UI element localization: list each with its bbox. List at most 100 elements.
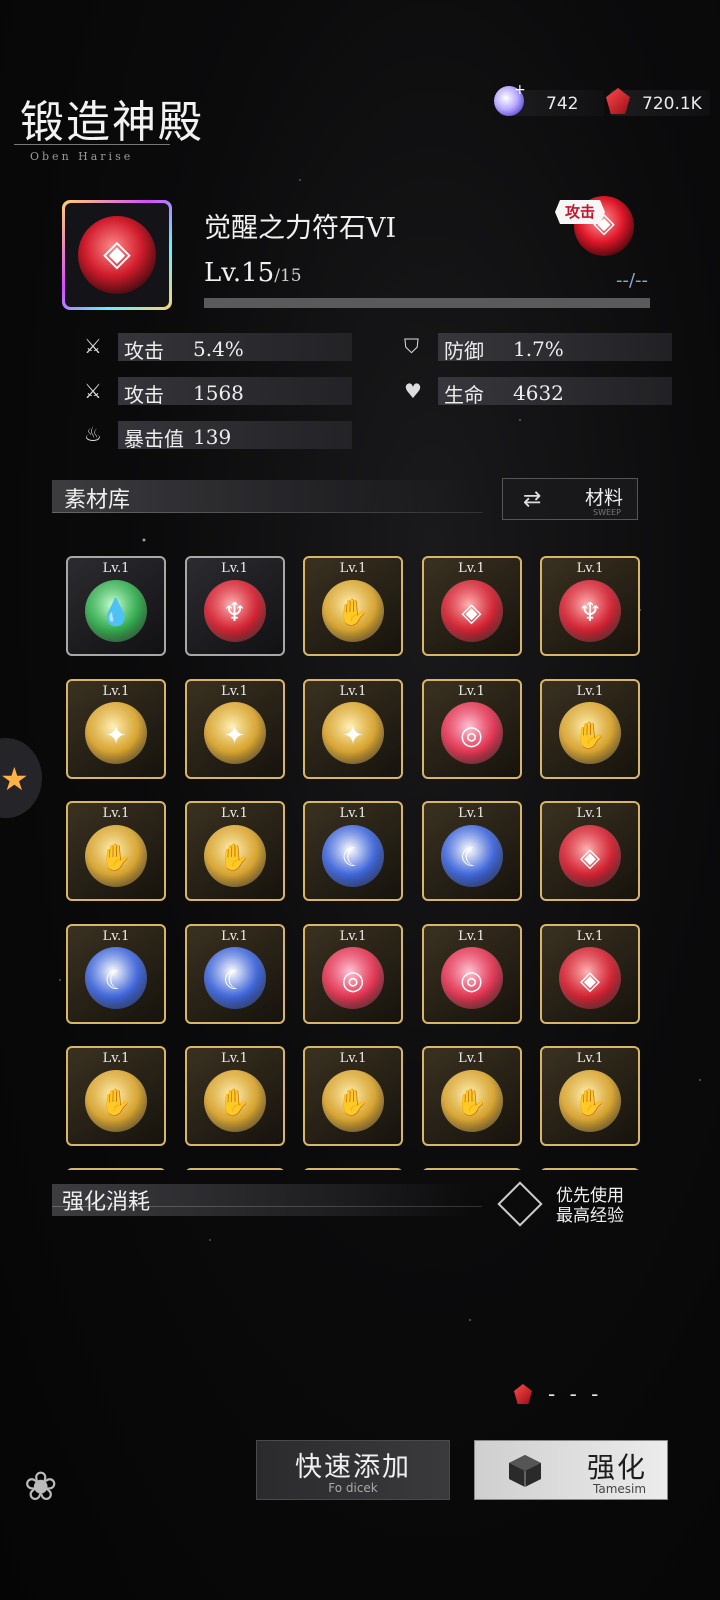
material-tile[interactable]: ◎ Lv.1 <box>421 923 522 1024</box>
enhance-sub: Tamesim <box>593 1482 647 1496</box>
material-tile[interactable]: ✦ Lv.1 <box>184 678 285 779</box>
stat-value: 139 <box>193 425 232 449</box>
stat-value: 4632 <box>513 381 564 405</box>
material-grid: 💧 Lv.1 ♆ Lv.1 ✋ Lv.1 ◈ Lv.1 ♆ Lv.1 ✦ Lv.1 ✦ Lv.1 ✦ Lv.1… <box>66 556 646 1170</box>
tile-level: Lv.1 <box>339 1051 367 1066</box>
material-tile-partial[interactable] <box>540 1168 640 1170</box>
enhance-button[interactable]: 强化 Tamesim <box>474 1440 668 1500</box>
floating-menu-button[interactable]: ★ <box>0 738 42 818</box>
stat-label: 生命 <box>444 383 484 407</box>
material-tile[interactable]: ☾ Lv.1 <box>421 801 522 901</box>
enhance-cost: - - - <box>548 1382 603 1406</box>
ruby-count: 720.1K <box>642 94 702 114</box>
tile-level: Lv.1 <box>221 1051 248 1066</box>
title-divider <box>14 144 170 145</box>
gold-claw-icon: ✋ <box>573 1088 607 1118</box>
material-tile[interactable]: ✋ Lv.1 <box>303 556 403 656</box>
red-diamond-icon: ◈ <box>461 598 482 628</box>
material-tile[interactable]: ◎ Lv.1 <box>303 923 403 1024</box>
material-library-title: 素材库 <box>64 488 131 513</box>
item-portrait[interactable]: ◈ <box>62 200 172 310</box>
red-diamond-icon: ◈ <box>580 965 600 996</box>
material-tile-partial[interactable] <box>184 1168 285 1170</box>
blue-moon-icon: ☾ <box>341 843 365 873</box>
material-filter-button[interactable]: ⇄ 材料 SWEEP <box>502 478 638 520</box>
item-exp-bar <box>204 298 650 308</box>
material-button-label: 材料 <box>585 487 624 509</box>
material-tile[interactable]: ✋ Lv.1 <box>66 801 166 901</box>
gold-claw-icon: ✋ <box>336 598 370 628</box>
star-icon: ★ <box>0 760 29 798</box>
stat-label: 暴击值 <box>124 427 184 451</box>
material-tile[interactable]: ☾ Lv.1 <box>184 923 285 1024</box>
material-tile[interactable]: ◎ Lv.1 <box>421 678 522 779</box>
material-tile[interactable]: ✋ Lv.1 <box>184 801 285 901</box>
material-tile-partial[interactable] <box>303 1168 403 1170</box>
material-tile[interactable]: ✋ Lv.1 <box>66 1046 166 1146</box>
material-tile[interactable]: ♆ Lv.1 <box>540 556 640 656</box>
red-swirl-icon: ◎ <box>460 720 483 751</box>
material-tile[interactable]: ✋ Lv.1 <box>303 1046 403 1146</box>
gold-claw-icon: ✋ <box>99 1088 133 1118</box>
material-tile[interactable]: ✋ Lv.1 <box>540 1046 640 1146</box>
quick-add-label: 快速添加 <box>295 1452 411 1483</box>
add-crystal-icon[interactable]: + <box>514 82 526 98</box>
gold-claw-icon: ✋ <box>336 1088 370 1118</box>
material-tile[interactable]: ✋ Lv.1 <box>184 1046 285 1146</box>
swap-icon: ⇄ <box>523 487 542 512</box>
material-tile-partial[interactable] <box>421 1168 522 1170</box>
stat-label: 攻击 <box>124 383 164 407</box>
tile-level: Lv.1 <box>102 561 130 576</box>
blue-moon-icon: ☾ <box>459 843 484 873</box>
stat-value: 1568 <box>193 381 244 405</box>
crystal-count: 742 <box>546 94 579 114</box>
blue-moon-icon: ☾ <box>104 965 128 996</box>
consume-title: 强化消耗 <box>62 1190 151 1215</box>
tile-level: Lv.1 <box>339 683 367 699</box>
stat-label: 防御 <box>444 339 484 363</box>
priority-label[interactable]: 优先使用 最高经验 <box>556 1186 636 1226</box>
quick-add-button[interactable]: 快速添加 Fo dicek <box>256 1440 450 1500</box>
diamond-rune-icon: ◈ <box>103 233 131 274</box>
rose-emblem-icon: ❀ <box>24 1464 58 1510</box>
material-tile[interactable]: ☾ Lv.1 <box>66 923 166 1024</box>
tile-level: Lv.1 <box>576 561 604 576</box>
tile-level: Lv.1 <box>102 928 130 944</box>
tile-level: Lv.1 <box>221 928 248 944</box>
material-tile[interactable]: ◈ Lv.1 <box>540 801 640 901</box>
page-title: 锻造神殿 <box>20 97 204 148</box>
heart-icon: ♥ <box>404 379 422 403</box>
stat-value: 5.4% <box>193 337 244 361</box>
material-tile[interactable]: ◈ Lv.1 <box>540 923 640 1024</box>
material-tile[interactable]: ☾ Lv.1 <box>303 801 403 901</box>
material-tile[interactable]: ✦ Lv.1 <box>303 678 403 779</box>
tile-level: Lv.1 <box>339 561 367 576</box>
material-tile-partial[interactable] <box>66 1168 166 1170</box>
stat-value: 1.7% <box>513 337 564 361</box>
material-tile[interactable]: ◈ Lv.1 <box>421 556 522 656</box>
flame-icon: ♨ <box>84 422 102 446</box>
material-tile[interactable]: ✋ Lv.1 <box>540 678 640 779</box>
tile-level: Lv.1 <box>339 806 367 821</box>
tile-level: Lv.1 <box>576 683 604 699</box>
red-swirl-icon: ◎ <box>460 965 483 996</box>
material-tile[interactable]: ✦ Lv.1 <box>66 678 166 779</box>
priority-checkbox[interactable] <box>497 1181 543 1227</box>
tile-level: Lv.1 <box>102 806 130 821</box>
tile-level: Lv.1 <box>458 806 485 821</box>
sword-icon: ⚔ <box>84 334 102 358</box>
red-diamond-icon: ◈ <box>580 843 600 873</box>
tile-level: Lv.1 <box>221 683 248 699</box>
material-tile[interactable]: 💧 Lv.1 <box>66 556 166 656</box>
tile-level: Lv.1 <box>458 928 485 944</box>
gold-claw-icon: ✋ <box>573 720 607 751</box>
ruby-icon <box>514 1384 532 1404</box>
material-tile[interactable]: ♆ Lv.1 <box>184 556 285 656</box>
material-button-sub: SWEEP <box>593 508 621 517</box>
red-tree-icon: ♆ <box>222 598 247 628</box>
gold-claw-icon: ✋ <box>455 1088 488 1118</box>
gold-star-icon: ✦ <box>223 720 246 751</box>
tile-level: Lv.1 <box>576 806 604 821</box>
blue-moon-icon: ☾ <box>222 965 247 996</box>
material-tile[interactable]: ✋ Lv.1 <box>421 1046 522 1146</box>
